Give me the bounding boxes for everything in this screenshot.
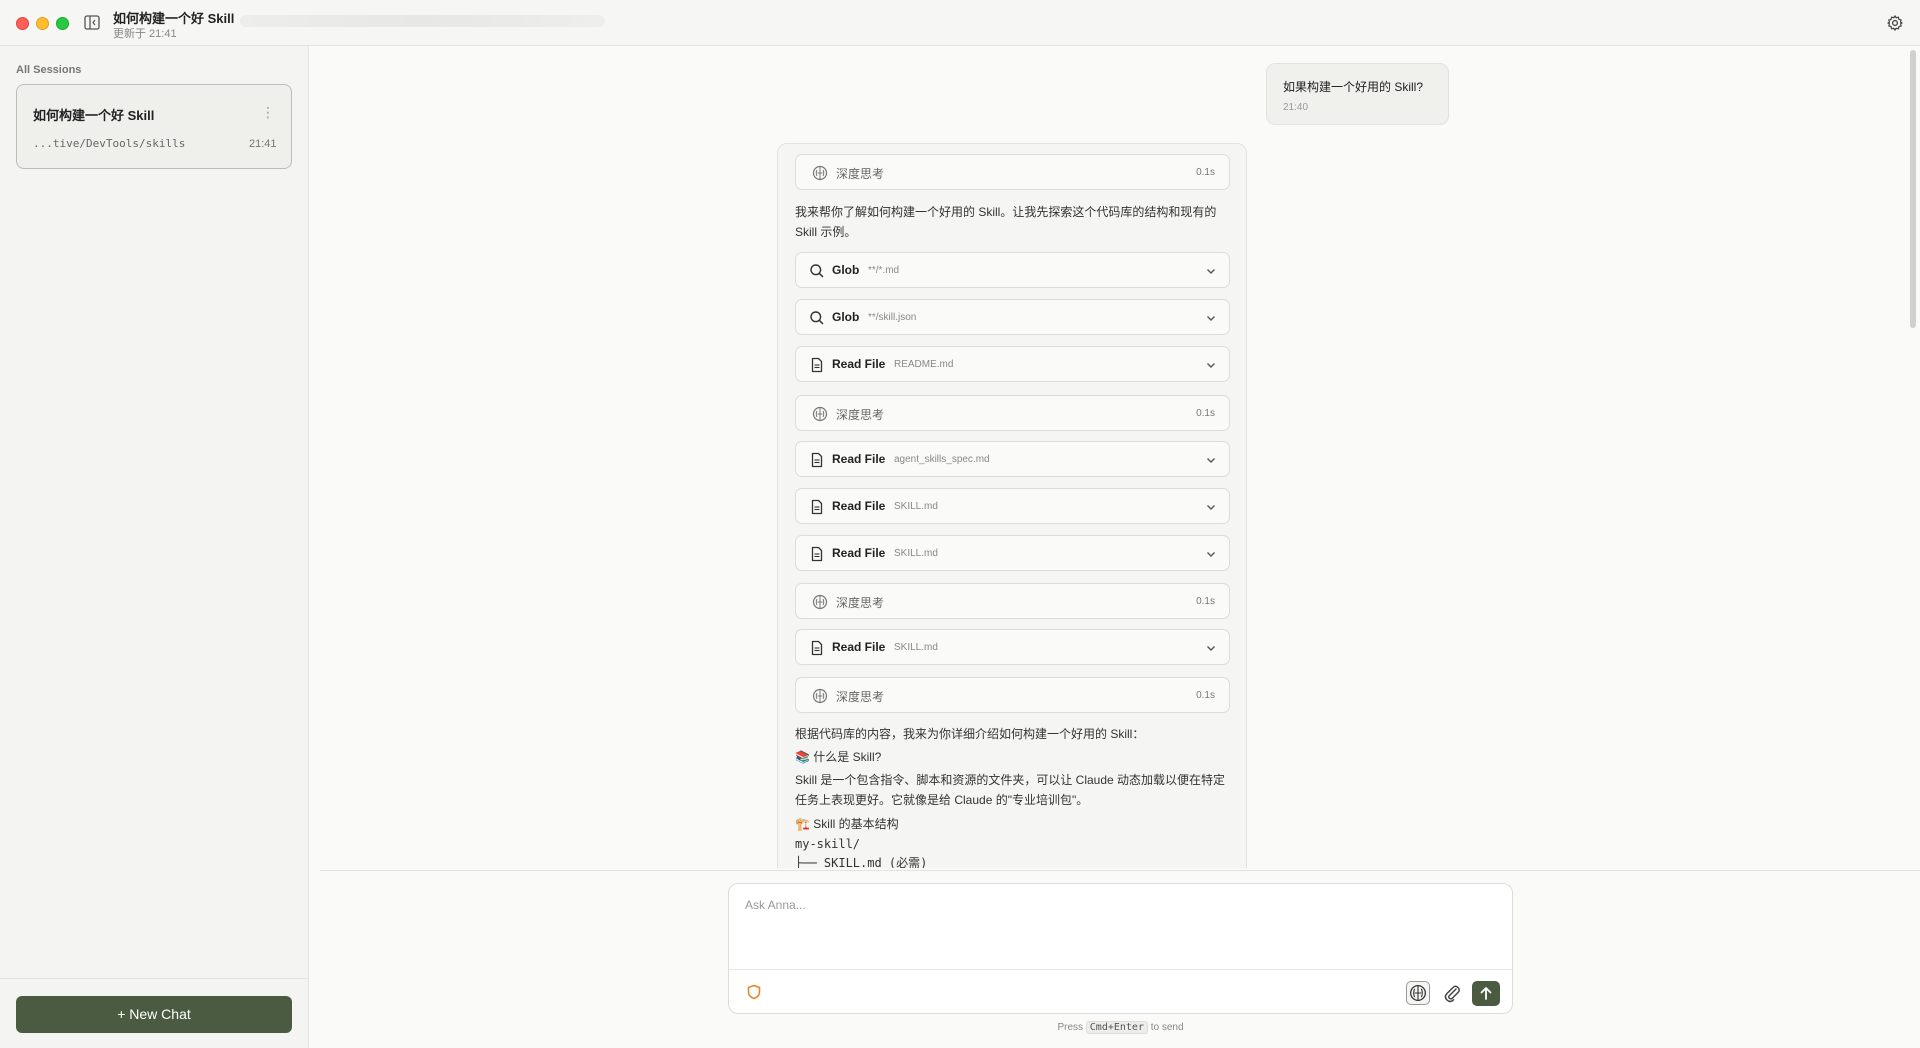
window-subtitle: 更新于 21:41 — [113, 28, 177, 40]
thinking-step[interactable]: 深度思考 0.1s — [795, 677, 1230, 713]
chevron-down-icon[interactable] — [1205, 312, 1217, 324]
chevron-down-icon[interactable] — [1205, 501, 1217, 513]
deep-think-toggle[interactable] — [1406, 981, 1430, 1005]
conversation-area[interactable]: 如果构建一个好用的 Skill? 21:40 深度思考 0.1s 我来帮你了解如… — [310, 46, 1920, 868]
assistant-message: 深度思考 0.1s 我来帮你了解如何构建一个好用的 Skill。让我先探索这个代… — [777, 143, 1247, 868]
step-name: 深度思考 — [836, 408, 885, 422]
composer-separator — [729, 969, 1512, 970]
chevron-down-icon[interactable] — [1205, 265, 1217, 277]
paperclip-icon[interactable] — [1441, 982, 1463, 1004]
message-input[interactable] — [745, 898, 1485, 962]
user-message-time: 21:40 — [1283, 102, 1309, 113]
step-name: Glob — [832, 310, 860, 324]
blurred-title-region — [240, 15, 605, 27]
step-name: Read File — [832, 640, 886, 654]
section-heading: 🏗️ Skill 的基本结构 — [795, 817, 899, 831]
step-duration: 0.1s — [1196, 167, 1215, 178]
step-argument: **/*.md — [868, 265, 900, 276]
chevron-down-icon[interactable] — [1205, 359, 1217, 371]
send-hint: Press Cmd+Enter to send — [728, 1021, 1513, 1034]
brain-icon — [812, 594, 828, 610]
assistant-paragraph: Skill 是一个包含指令、脚本和资源的文件夹，可以让 Claude 动态加载以… — [795, 773, 1226, 807]
search-icon — [810, 311, 824, 325]
step-name: Read File — [832, 357, 886, 371]
user-message-text: 如果构建一个好用的 Skill? — [1283, 80, 1424, 94]
file-icon — [811, 546, 823, 562]
thinking-step[interactable]: 深度思考 0.1s — [795, 583, 1230, 619]
sidebar-toggle-icon[interactable] — [84, 15, 100, 30]
file-icon — [811, 357, 823, 373]
step-argument: **/skill.json — [868, 312, 917, 323]
gear-icon[interactable] — [1886, 14, 1904, 32]
step-name: 深度思考 — [836, 596, 885, 610]
tool-step-read-file[interactable]: Read File SKILL.md — [795, 629, 1230, 665]
new-chat-button[interactable]: + New Chat — [16, 996, 292, 1033]
brain-icon — [1410, 985, 1426, 1001]
step-argument: SKILL.md — [894, 548, 938, 559]
section-heading: 📚 什么是 Skill? — [795, 750, 882, 764]
file-icon — [811, 499, 823, 515]
thinking-step[interactable]: 深度思考 0.1s — [795, 395, 1230, 431]
send-button[interactable] — [1472, 981, 1500, 1006]
message-composer — [728, 883, 1513, 1014]
search-icon — [810, 264, 824, 278]
hint-suffix: to send — [1150, 1022, 1184, 1033]
tool-step-glob[interactable]: Glob **/skill.json — [795, 299, 1230, 335]
brain-icon — [812, 406, 828, 422]
step-duration: 0.1s — [1196, 596, 1215, 607]
step-name: Read File — [832, 546, 886, 560]
step-name: Read File — [832, 452, 886, 466]
step-name: 深度思考 — [836, 167, 885, 181]
chevron-down-icon[interactable] — [1205, 642, 1217, 654]
minimize-window-button[interactable] — [36, 17, 49, 30]
code-line: my-skill/ — [795, 837, 861, 851]
brain-icon — [812, 688, 828, 704]
sessions-section-label: All Sessions — [16, 64, 82, 76]
code-line: ├── SKILL.md (必需) — [795, 856, 928, 868]
tool-step-read-file[interactable]: Read File SKILL.md — [795, 535, 1230, 571]
tool-step-read-file[interactable]: Read File README.md — [795, 346, 1230, 382]
session-path: ...tive/DevTools/skills — [33, 137, 186, 150]
session-more-icon[interactable]: ⋮ — [261, 105, 275, 119]
tool-step-glob[interactable]: Glob **/*.md — [795, 252, 1230, 288]
title-bar: 如何构建一个好 Skill 更新于 21:41 — [0, 0, 1920, 46]
step-argument: README.md — [894, 359, 954, 370]
sidebar-divider — [0, 978, 309, 979]
conversation-scrollbar[interactable] — [1910, 50, 1916, 328]
brain-icon — [812, 165, 828, 181]
composer-divider — [320, 870, 1920, 871]
chevron-down-icon[interactable] — [1205, 454, 1217, 466]
file-icon — [811, 640, 823, 656]
hint-prefix: Press — [1057, 1022, 1083, 1033]
step-duration: 0.1s — [1196, 690, 1215, 701]
session-item[interactable]: 如何构建一个好 Skill ⋮ ...tive/DevTools/skills … — [16, 84, 292, 169]
step-argument: agent_skills_spec.md — [894, 454, 990, 465]
hint-shortcut: Cmd+Enter — [1085, 1021, 1148, 1034]
step-name: Read File — [832, 499, 886, 513]
arrow-up-icon — [1480, 987, 1492, 1000]
session-title: 如何构建一个好 Skill — [33, 108, 155, 123]
step-name: 深度思考 — [836, 690, 885, 704]
step-argument: SKILL.md — [894, 501, 938, 512]
thinking-step[interactable]: 深度思考 0.1s — [795, 154, 1230, 190]
step-duration: 0.1s — [1196, 408, 1215, 419]
step-argument: SKILL.md — [894, 642, 938, 653]
file-icon — [811, 452, 823, 468]
shield-icon[interactable] — [747, 984, 761, 1000]
zoom-window-button[interactable] — [56, 17, 69, 30]
sidebar: All Sessions 如何构建一个好 Skill ⋮ ...tive/Dev… — [0, 46, 309, 1048]
assistant-intro-text: 我来帮你了解如何构建一个好用的 Skill。让我先探索这个代码库的结构和现有的 … — [795, 205, 1217, 239]
chevron-down-icon[interactable] — [1205, 548, 1217, 560]
user-message: 如果构建一个好用的 Skill? 21:40 — [1266, 63, 1449, 125]
tool-step-read-file[interactable]: Read File agent_skills_spec.md — [795, 441, 1230, 477]
tool-step-read-file[interactable]: Read File SKILL.md — [795, 488, 1230, 524]
close-window-button[interactable] — [16, 17, 29, 30]
assistant-lead-text: 根据代码库的内容，我来为你详细介绍如何构建一个好用的 Skill： — [795, 727, 1145, 741]
step-name: Glob — [832, 263, 860, 277]
session-time: 21:41 — [249, 138, 277, 150]
